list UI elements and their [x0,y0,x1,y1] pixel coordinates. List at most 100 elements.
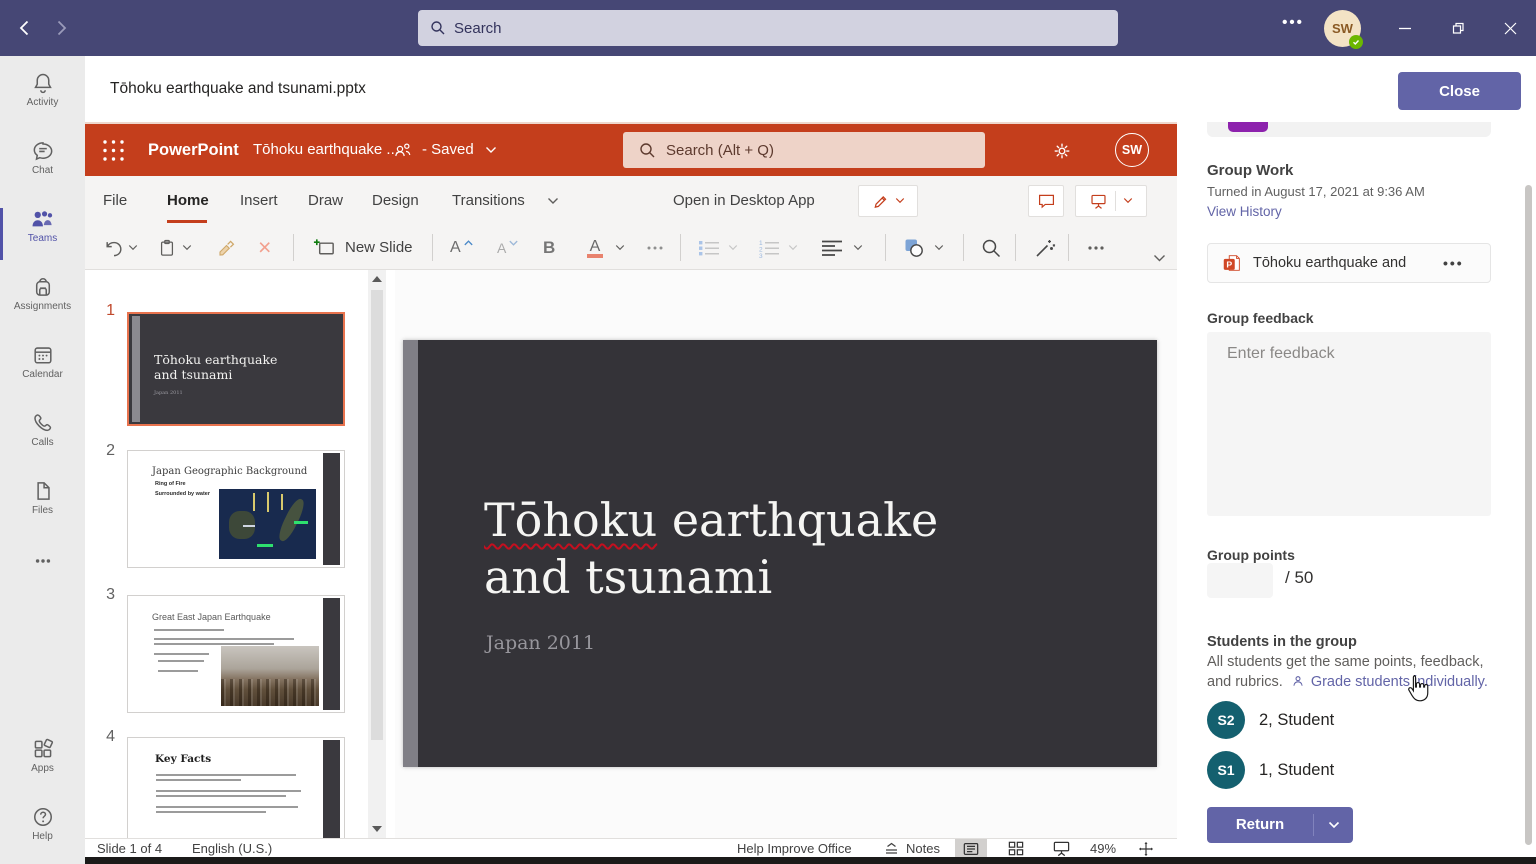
slide-thumbnail-3[interactable]: Great East Japan Earthquake [127,595,345,713]
collaborators-icon[interactable] [391,139,415,163]
editing-mode-button[interactable] [858,185,918,217]
rubric-bar-partial[interactable] [1207,122,1491,137]
fit-to-window-icon[interactable] [1130,839,1162,858]
thumbnail-scrollbar[interactable] [368,270,386,838]
bullets-button[interactable] [697,226,721,269]
more-commands-icon[interactable] [1085,226,1107,269]
present-button[interactable] [1075,185,1147,217]
assignment-grading-panel: Group Work Turned in August 17, 2021 at … [1177,122,1536,858]
tab-file[interactable]: File [103,176,127,226]
sidebar-item-help[interactable]: Help [0,804,85,864]
find-button[interactable] [980,226,1002,269]
tab-design[interactable]: Design [372,176,419,226]
sidebar-item-teams[interactable]: Teams [0,206,85,268]
student-row[interactable]: S1 1, Student [1207,751,1334,789]
scroll-up-icon[interactable] [372,276,382,282]
attachment-card[interactable]: P Tōhoku earthquake and ••• [1207,243,1491,283]
settings-gear-icon[interactable] [1051,140,1073,162]
notes-button[interactable]: Notes [906,839,940,858]
slide-sorter-view-button[interactable] [1000,839,1032,858]
font-color-chevron-icon[interactable] [615,226,625,269]
grade-individually-link[interactable]: Grade students individually. [1311,674,1488,690]
slideshow-view-button[interactable] [1045,839,1077,858]
rail-more-icon[interactable] [0,548,85,610]
language-indicator[interactable]: English (U.S.) [192,839,272,858]
format-painter-icon[interactable] [215,226,239,269]
sidebar-item-chat[interactable]: Chat [0,138,85,200]
panel-scrollbar[interactable] [1525,185,1532,845]
points-input[interactable] [1207,563,1273,598]
more-font-options-icon[interactable] [645,226,665,269]
view-history-link[interactable]: View History [1207,204,1282,219]
more-options-icon[interactable]: ••• [1278,14,1308,31]
slide-indicator[interactable]: Slide 1 of 4 [97,839,162,858]
numbering-chevron-icon[interactable] [788,226,798,269]
slide-thumbnail-4[interactable]: Key Facts [127,737,345,838]
back-icon[interactable] [14,17,36,39]
normal-view-button[interactable] [955,839,987,858]
slide-thumbnail-2[interactable]: Japan Geographic Background Ring of Fire… [127,450,345,568]
tab-transitions[interactable]: Transitions [452,176,525,226]
more-tabs-chevron-icon[interactable] [547,197,559,206]
ppt-header: PowerPoint Tōhoku earthquake ... - Saved… [85,122,1177,176]
ppt-avatar[interactable]: SW [1115,133,1149,167]
presence-badge [1349,35,1363,49]
save-status-chevron-icon[interactable] [485,146,497,155]
sidebar-item-apps[interactable]: Apps [0,736,85,798]
zoom-level[interactable]: 49% [1090,839,1116,858]
ppt-app-name[interactable]: PowerPoint [148,124,239,176]
undo-button[interactable] [103,226,125,269]
align-chevron-icon[interactable] [853,226,863,269]
teams-app-rail: Activity Chat Teams Assignments Calendar… [0,56,85,864]
app-launcher-icon[interactable] [100,137,127,164]
avatar[interactable]: SW [1324,10,1363,49]
scrollbar-thumb[interactable] [371,290,383,740]
ppt-search-input[interactable]: Search (Alt + Q) [623,132,985,168]
return-button[interactable]: Return [1207,807,1313,843]
slide-canvas[interactable]: Tōhoku earthquake and tsunami Japan 2011 [403,340,1157,767]
shrink-font-button[interactable]: A [497,226,519,269]
minimize-button[interactable] [1383,0,1427,56]
search-icon [430,20,446,36]
student-row[interactable]: S2 2, Student [1207,701,1334,739]
close-window-icon[interactable] [1488,0,1532,56]
paste-chevron-icon[interactable] [182,226,192,269]
tab-home[interactable]: Home [167,176,209,226]
return-options-chevron-icon[interactable] [1314,807,1353,843]
restore-button[interactable] [1436,0,1480,56]
collapse-ribbon-chevron-icon[interactable] [1153,254,1166,263]
font-color-button[interactable]: A [587,226,603,269]
delete-icon[interactable]: × [258,226,271,269]
student-avatar: S2 [1207,701,1245,739]
align-button[interactable] [820,226,844,269]
sidebar-item-activity[interactable]: Activity [0,70,85,132]
help-improve-office-link[interactable]: Help Improve Office [737,839,852,858]
numbering-button[interactable]: 123 [757,226,781,269]
bold-button[interactable]: B [543,226,555,269]
open-desktop-app-button[interactable]: Open in Desktop App [673,176,815,226]
feedback-textarea[interactable] [1207,332,1491,516]
slide-thumbnail-1[interactable]: Tōhoku earthquake and tsunami Japan 2011 [127,312,345,426]
forward-icon[interactable] [50,17,72,39]
slide-subtitle[interactable]: Japan 2011 [486,632,595,654]
shapes-button[interactable] [903,226,925,269]
slide-title[interactable]: Tōhoku earthquake and tsunami [484,492,1104,606]
paste-button[interactable] [157,226,177,269]
new-slide-button[interactable]: New Slide [312,226,413,269]
tab-draw[interactable]: Draw [308,176,343,226]
comments-button[interactable] [1028,185,1064,217]
sidebar-item-calls[interactable]: Calls [0,410,85,472]
tab-insert[interactable]: Insert [240,176,278,226]
sidebar-item-calendar[interactable]: Calendar [0,342,85,404]
bullets-chevron-icon[interactable] [728,226,738,269]
sidebar-item-files[interactable]: Files [0,478,85,540]
ppt-doc-title[interactable]: Tōhoku earthquake ... [253,124,399,176]
grow-font-button[interactable]: A [450,226,474,269]
designer-button[interactable] [1033,226,1057,269]
attachment-more-icon[interactable]: ••• [1443,255,1464,271]
close-button[interactable]: Close [1398,72,1521,110]
undo-chevron-icon[interactable] [128,226,138,269]
teams-search-input[interactable]: Search [418,10,1118,46]
shapes-chevron-icon[interactable] [934,226,944,269]
sidebar-item-assignments[interactable]: Assignments [0,274,85,336]
